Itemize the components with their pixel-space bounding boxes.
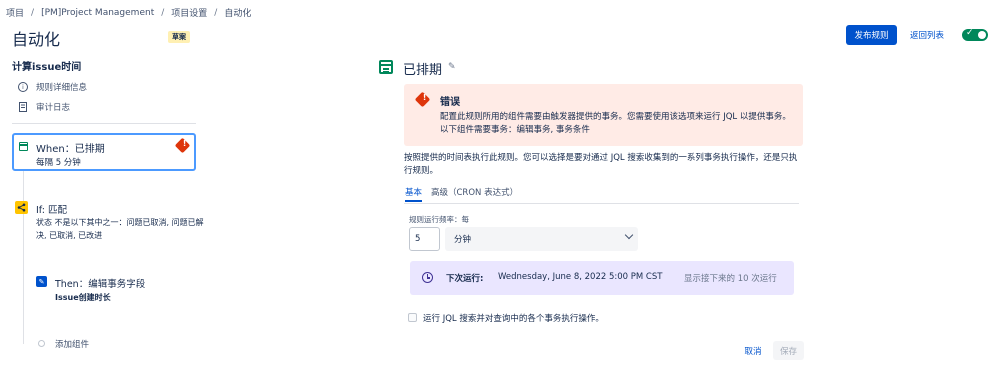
audit-log-label: 审计日志 [36, 103, 71, 113]
error-icon: ! [414, 91, 431, 108]
page-title: 自动化 [12, 30, 61, 49]
save-button[interactable]: 保存 [773, 341, 804, 360]
when-trigger-title: When：已排期 [36, 144, 105, 155]
error-icon: ! [174, 137, 191, 154]
tab-advanced-cron[interactable]: 高级（CRON 表达式） [431, 186, 518, 198]
rule-enabled-toggle[interactable]: ✓ [962, 28, 988, 41]
breadcrumb-item-automation[interactable]: 自动化 [224, 6, 251, 19]
toggle-knob [978, 31, 986, 39]
then-action-title[interactable]: Then：编辑事务字段 [55, 276, 145, 290]
section-title: 已排期 [403, 63, 443, 78]
rule-details-label: 规则详细信息 [36, 83, 88, 93]
error-message: 配置此规则所用的组件需要由触发器提供的事务。您需要使用该选项来运行 JQL 以提… [440, 112, 791, 135]
chevron-down-icon [624, 230, 634, 240]
back-to-list-link[interactable]: 返回列表 [910, 29, 944, 41]
calendar-icon [379, 60, 393, 74]
rule-details-link[interactable]: i 规则详细信息 [18, 81, 87, 93]
schedule-tabs: 基本 高级（CRON 表达式） [404, 186, 799, 204]
breadcrumb-separator: / [31, 7, 35, 18]
draft-badge: 草案 [168, 31, 190, 43]
sidebar-divider [12, 123, 196, 124]
schedule-description: 按照提供的时间表执行此规则。您可以选择是要对通过 JQL 搜索收集到的一系列事务… [404, 153, 798, 176]
info-icon: i [18, 82, 28, 92]
flow-connector [23, 171, 24, 201]
next-run-panel: 下次运行: Wednesday, June 8, 2022 5:00 PM CS… [410, 261, 794, 295]
flow-connector [23, 214, 24, 344]
if-condition-title[interactable]: If: 匹配 [36, 202, 67, 216]
branch-icon [15, 201, 28, 214]
error-title: 错误 [440, 97, 460, 108]
rule-name: 计算issue时间 [12, 62, 82, 73]
next-run-datetime: Wednesday, June 8, 2022 5:00 PM CST [498, 272, 663, 282]
frequency-label: 规则运行频率：每 [409, 215, 469, 224]
when-trigger-card[interactable]: When：已排期 每隔 5 分钟 ! [12, 133, 196, 171]
audit-log-link[interactable]: 审计日志 [18, 101, 70, 113]
publish-rule-button[interactable]: 发布规则 [846, 25, 897, 45]
add-component-dot [38, 340, 45, 347]
error-message-box: ! 错误 配置此规则所用的组件需要由触发器提供的事务。您需要使用该选项来运行 J… [404, 84, 803, 146]
breadcrumb-separator: / [161, 7, 165, 18]
then-action-description: Issue创建时长 [55, 293, 111, 302]
when-trigger-schedule: 每隔 5 分钟 [36, 158, 81, 168]
breadcrumb-item-project[interactable]: 项目 [6, 6, 24, 19]
if-condition-description: 状态 不是以下其中之一：问题已取消, 问题已解决, 已取消, 已改进 [36, 218, 204, 240]
jql-checkbox-label[interactable]: 运行 JQL 搜索并对查询中的各个事务执行操作。 [423, 312, 604, 324]
breadcrumb-separator: / [214, 7, 218, 18]
add-component-link[interactable]: 添加组件 [55, 338, 89, 350]
next-run-label: 下次运行: [446, 274, 484, 284]
clock-icon [422, 272, 433, 283]
tab-basic[interactable]: 基本 [405, 186, 423, 202]
show-next-runs-link[interactable]: 显示接下来的 10 次运行 [684, 272, 777, 284]
breadcrumb: 项目 / [PM]Project Management / 项目设置 / 自动化 [6, 6, 251, 20]
calendar-icon [19, 142, 28, 151]
frequency-unit-select[interactable]: 分钟 [445, 227, 638, 251]
check-icon: ✓ [966, 28, 974, 38]
jql-checkbox[interactable] [408, 313, 417, 322]
frequency-unit-value: 分钟 [454, 235, 472, 245]
pencil-icon: ✎ [36, 276, 47, 287]
breadcrumb-item-settings[interactable]: 项目设置 [171, 6, 207, 19]
cancel-button[interactable]: 取消 [737, 341, 769, 360]
frequency-number-input[interactable]: 5 [409, 227, 440, 251]
document-icon [18, 102, 28, 112]
breadcrumb-item-project-name[interactable]: [PM]Project Management [41, 8, 154, 18]
edit-title-icon[interactable]: ✎ [448, 62, 456, 72]
